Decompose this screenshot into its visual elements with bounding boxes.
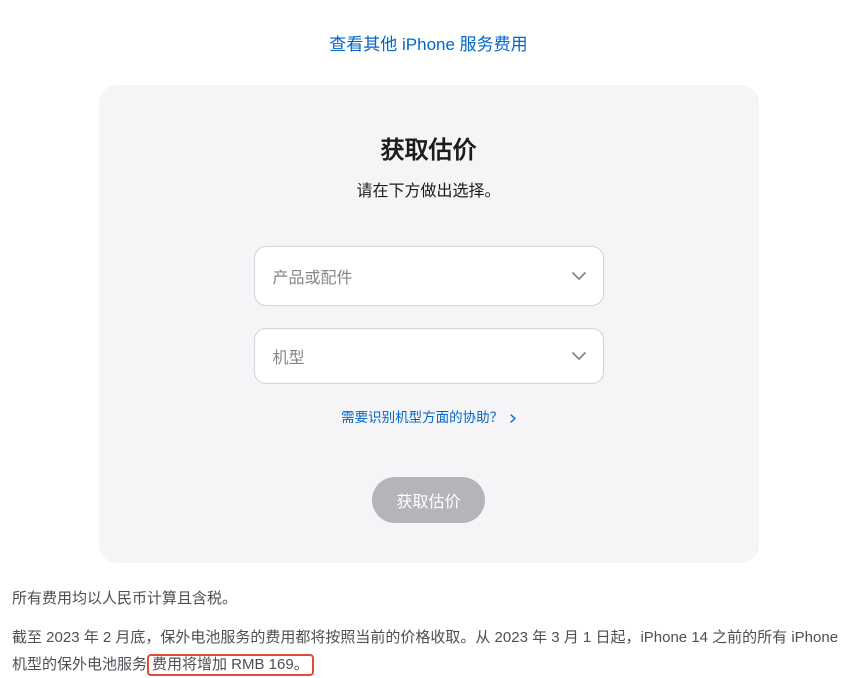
product-select-wrap: 产品或配件	[254, 246, 604, 306]
footer-line-2: 截至 2023 年 2 月底，保外电池服务的费用都将按照当前的价格收取。从 20…	[12, 624, 845, 678]
footer-line-2-prefix: 截至 2023 年 2 月底，保外电池服务的费用都将按照当前的价格收取。从 20…	[12, 629, 838, 673]
product-select-placeholder: 产品或配件	[273, 264, 353, 288]
footer-notes: 所有费用均以人民币计算且含税。 截至 2023 年 2 月底，保外电池服务的费用…	[0, 563, 857, 678]
model-select-wrap: 机型	[254, 328, 604, 384]
other-service-fees-link[interactable]: 查看其他 iPhone 服务费用	[329, 35, 527, 54]
get-estimate-button[interactable]: 获取估价	[372, 477, 484, 523]
identify-model-help-link[interactable]: 需要识别机型方面的协助？	[341, 410, 516, 425]
model-select[interactable]: 机型	[254, 328, 604, 384]
card-title: 获取估价	[159, 130, 699, 165]
chevron-right-icon	[510, 411, 516, 426]
footer-line-1: 所有费用均以人民币计算且含税。	[12, 585, 845, 612]
estimate-card: 获取估价 请在下方做出选择。 产品或配件 机型 需要识别机型方面的协助？ 获取估…	[99, 85, 759, 563]
card-subtitle: 请在下方做出选择。	[159, 177, 699, 201]
model-select-placeholder: 机型	[273, 344, 305, 368]
product-select[interactable]: 产品或配件	[254, 246, 604, 306]
footer-line-2-highlight: 费用将增加 RMB 169。	[147, 654, 314, 676]
top-link-section: 查看其他 iPhone 服务费用	[0, 0, 857, 75]
help-link-section: 需要识别机型方面的协助？	[159, 406, 699, 427]
help-link-label: 需要识别机型方面的协助？	[341, 410, 503, 425]
